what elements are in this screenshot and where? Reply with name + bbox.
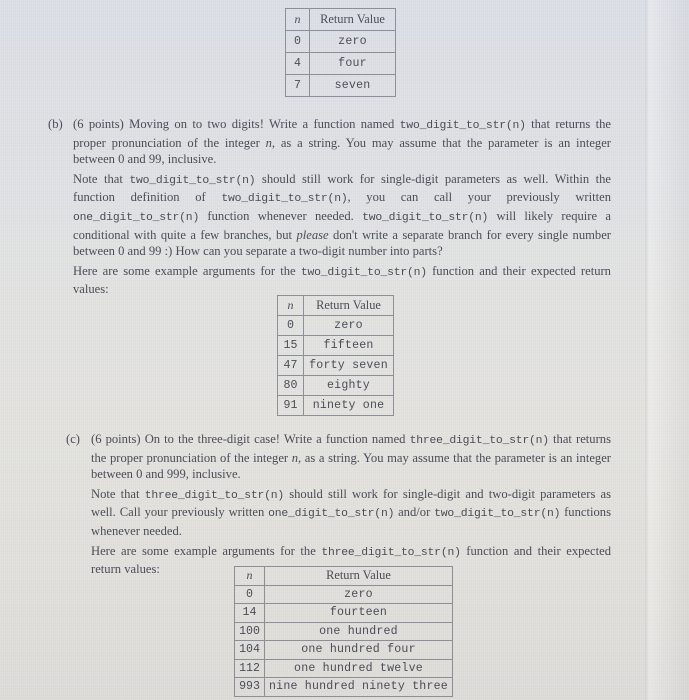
part-c-p2-c: and/or: [394, 505, 435, 520]
fn-two-digit-to-str: two_digit_to_str(n): [362, 211, 489, 224]
table-row: 7 seven: [285, 74, 396, 97]
column-header-return-value: Return Value: [303, 295, 394, 316]
fn-three-digit-to-str: three_digit_to_str(n): [321, 546, 461, 559]
part-b-points: (6 points): [73, 117, 124, 131]
cell-n: 0: [277, 315, 304, 336]
table-row: 112 one hundred twelve: [234, 658, 453, 678]
cell-return-value: fourteen: [264, 603, 453, 623]
fn-two-digit-to-str: two_digit_to_str(n): [300, 266, 427, 279]
table-row: 4 four: [285, 52, 396, 75]
part-c-p2-a: Note that: [91, 486, 145, 501]
table-row: 47 forty seven: [277, 355, 394, 376]
table-row: 993 nine hundred ninety three: [234, 677, 453, 697]
fn-three-digit-to-str: three_digit_to_str(n): [409, 435, 550, 447]
cell-n: 112: [234, 658, 265, 678]
table-row: 104 one hundred four: [234, 640, 453, 660]
fn-two-digit-to-str: two_digit_to_str(n): [221, 193, 348, 206]
fn-two-digit-to-str: two_digit_to_str(n): [399, 120, 526, 132]
cell-n: 100: [234, 621, 265, 641]
cell-return-value: one hundred twelve: [264, 658, 453, 678]
part-b-p2-d: function whenever needed.: [199, 208, 363, 223]
fn-one-digit-to-str: one_digit_to_str(n): [73, 211, 200, 224]
part-b-p1-a: Moving on to two digits! Write a functio…: [129, 117, 400, 131]
table-header-row: n Return Value: [285, 8, 396, 31]
table-header-row: n Return Value: [277, 295, 394, 316]
cell-n: 14: [234, 603, 265, 623]
emphasis-please: please: [296, 227, 329, 242]
part-b-p3-a: Here are some example arguments for the: [73, 263, 301, 278]
cell-return-value: zero: [303, 315, 394, 336]
cell-n: 4: [285, 52, 310, 75]
part-b-body: (6 points) Moving on to two digits! Writ…: [73, 116, 611, 298]
column-header-return-value: Return Value: [309, 8, 396, 31]
cell-return-value: one hundred: [264, 621, 453, 641]
cell-return-value: ninety one: [303, 395, 394, 416]
table-row: 14 fourteen: [234, 603, 453, 623]
part-c-label: (c): [66, 432, 80, 446]
table-row: 15 fifteen: [277, 335, 394, 356]
cell-return-value: nine hundred ninety three: [264, 677, 453, 697]
column-header-n: n: [277, 295, 304, 316]
fn-one-digit-to-str: one_digit_to_str(n): [268, 508, 395, 521]
cell-return-value: seven: [309, 74, 396, 97]
table-row: 0 zero: [234, 584, 453, 604]
one-digit-example-table: n Return Value 0 zero 4 four 7 seven: [285, 8, 396, 97]
fn-two-digit-to-str: two_digit_to_str(n): [434, 508, 561, 521]
cell-return-value: four: [309, 52, 396, 75]
two-digit-example-table: n Return Value 0 zero 15 fifteen 47 fort…: [277, 295, 394, 416]
cell-n: 993: [234, 677, 265, 697]
cell-return-value: eighty: [303, 375, 394, 396]
cell-n: 0: [285, 30, 310, 53]
cell-n: 104: [234, 640, 265, 660]
table-row: 0 zero: [285, 30, 396, 53]
part-c-p1-a: On to the three-digit case! Write a func…: [144, 432, 410, 446]
scanned-page: n Return Value 0 zero 4 four 7 seven (b)…: [0, 0, 689, 700]
table-row: 80 eighty: [277, 375, 394, 396]
part-b-paragraph-2: Note that two_digit_to_str(n) should sti…: [73, 171, 611, 260]
cell-return-value: zero: [309, 30, 396, 53]
fn-two-digit-to-str: two_digit_to_str(n): [129, 174, 256, 187]
three-digit-example-table: n Return Value 0 zero 14 fourteen 100 on…: [234, 566, 453, 697]
cell-return-value: zero: [264, 584, 453, 604]
cell-n: 80: [277, 375, 304, 396]
part-b-p2-c: , you can call your previously written: [347, 190, 611, 205]
part-c-paragraph-1: (6 points) On to the three-digit case! W…: [91, 431, 611, 483]
cell-n: 0: [234, 584, 265, 604]
part-c-points: (6 points): [91, 432, 141, 446]
cell-return-value: fifteen: [303, 335, 394, 356]
cell-n: 15: [277, 335, 304, 356]
part-c-paragraph-2: Note that three_digit_to_str(n) should s…: [91, 486, 611, 540]
part-b-paragraph-3: Here are some example arguments for the …: [73, 263, 611, 298]
part-b-label: (b): [48, 117, 63, 131]
table-row: 91 ninety one: [277, 395, 394, 416]
column-header-n: n: [285, 8, 310, 31]
column-header-n: n: [234, 566, 265, 586]
table-row: 0 zero: [277, 315, 394, 336]
cell-n: 47: [277, 355, 304, 376]
cell-n: 7: [285, 74, 310, 97]
part-c-p3-a: Here are some example arguments for the: [91, 543, 322, 558]
table-header-row: n Return Value: [234, 566, 453, 586]
cell-return-value: one hundred four: [264, 640, 453, 660]
cell-n: 91: [277, 395, 304, 416]
table-row: 100 one hundred: [234, 621, 453, 641]
part-b-p2-a: Note that: [73, 171, 130, 186]
part-b-paragraph-1: (6 points) Moving on to two digits! Writ…: [73, 116, 611, 168]
column-header-return-value: Return Value: [264, 566, 453, 586]
fn-three-digit-to-str: three_digit_to_str(n): [144, 489, 285, 502]
cell-return-value: forty seven: [303, 355, 394, 376]
part-c-body: (6 points) On to the three-digit case! W…: [91, 431, 611, 578]
